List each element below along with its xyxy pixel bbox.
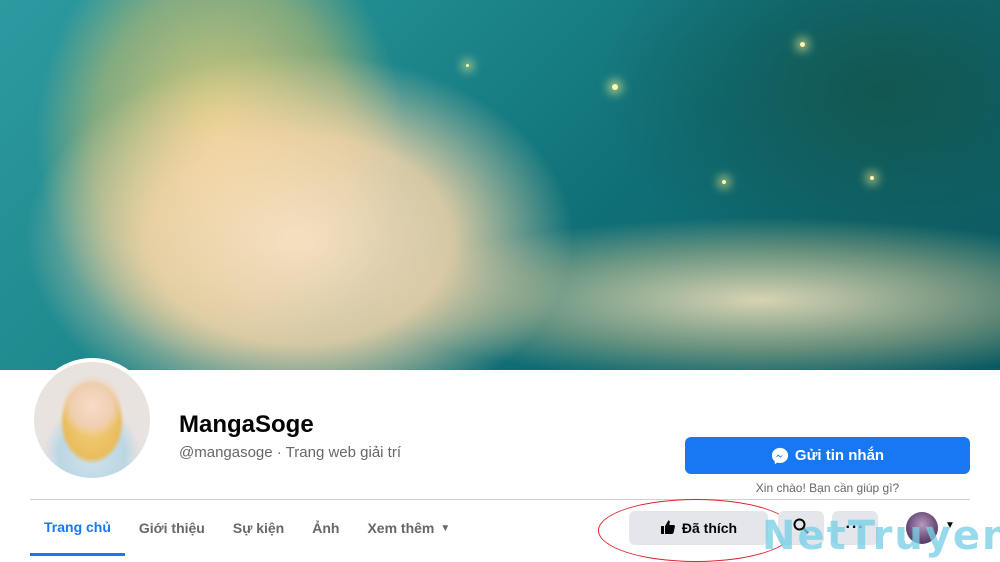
cover-sparkle <box>722 180 726 184</box>
send-message-button[interactable]: Gửi tin nhắn <box>685 437 970 474</box>
page-tabs: Trang chủ Giới thiệu Sự kiện Ảnh Xem thê… <box>30 500 464 556</box>
cover-sparkle <box>870 176 874 180</box>
tab-home-label: Trang chủ <box>44 518 111 535</box>
cover-photo[interactable] <box>0 0 1000 370</box>
tab-about[interactable]: Giới thiệu <box>125 500 219 556</box>
tab-more-label: Xem thêm <box>367 520 435 536</box>
messenger-icon <box>771 447 789 465</box>
cover-sparkle <box>466 64 469 67</box>
tab-about-label: Giới thiệu <box>138 520 205 536</box>
page-handle-category: @mangasoge · Trang web giải trí <box>179 444 402 461</box>
tab-more[interactable]: Xem thêm ▼ <box>353 500 464 556</box>
greeting-text: Xin chào! Bạn cần giúp gì? <box>755 481 900 495</box>
tab-photos[interactable]: Ảnh <box>298 500 353 556</box>
cover-sparkle <box>800 42 805 47</box>
cover-sparkle <box>612 84 618 90</box>
tab-events-label: Sự kiện <box>232 520 285 536</box>
page-avatar[interactable] <box>30 358 154 482</box>
chevron-down-icon: ▼ <box>440 522 451 534</box>
page-title: MangaSoge <box>179 411 314 438</box>
tab-photos-label: Ảnh <box>312 520 340 536</box>
site-watermark: NetTruyen <box>762 513 1000 559</box>
tab-home[interactable]: Trang chủ <box>30 500 125 556</box>
send-message-label: Gửi tin nhắn <box>794 447 885 464</box>
tab-events[interactable]: Sự kiện <box>219 500 298 556</box>
